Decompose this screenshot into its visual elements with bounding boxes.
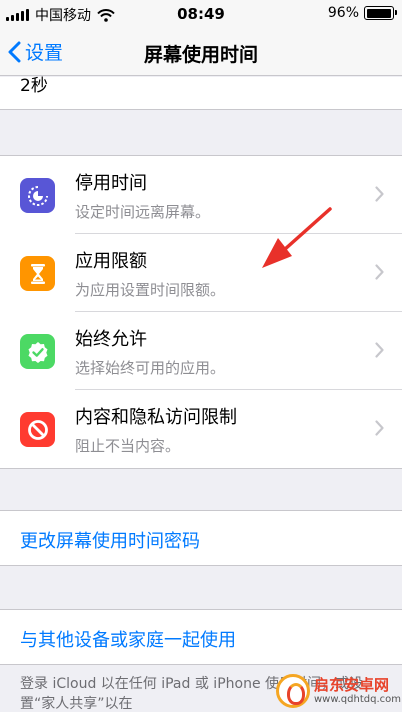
watermark: 启东安卓网 www.qdhtdq.com: [272, 672, 402, 712]
watermark-title: 启东安卓网: [314, 676, 390, 694]
annotation-arrow-icon: [262, 207, 332, 268]
watermark-logo-icon: [276, 674, 310, 708]
watermark-url: www.qdhtdq.com: [314, 694, 401, 705]
